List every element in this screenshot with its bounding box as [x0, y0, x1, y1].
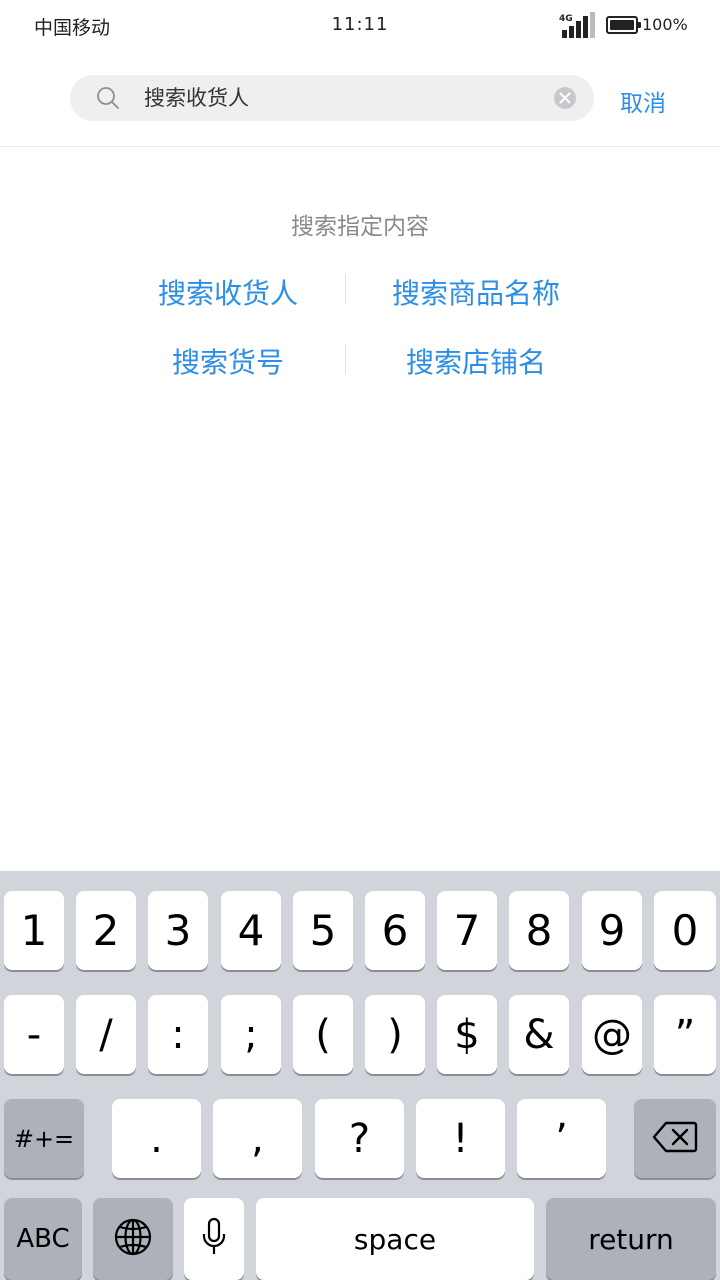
key-8[interactable]: 8 — [509, 891, 569, 970]
key-0[interactable]: 0 — [654, 891, 716, 970]
key-colon[interactable]: : — [148, 995, 208, 1074]
backspace-icon — [652, 1121, 698, 1157]
microphone-key[interactable] — [184, 1198, 244, 1280]
cancel-button[interactable]: 取消 — [620, 84, 666, 118]
search-option-item-number[interactable]: 搜索货号 — [113, 341, 343, 381]
search-options-title: 搜索指定内容 — [291, 214, 429, 240]
key-open-paren[interactable]: ( — [293, 995, 353, 1074]
key-semicolon[interactable]: ; — [221, 995, 281, 1074]
key-5[interactable]: 5 — [293, 891, 353, 970]
key-question[interactable]: ? — [315, 1099, 404, 1178]
status-bar: 中国移动 11:11 4G 100% — [0, 0, 720, 52]
clear-icon[interactable] — [554, 87, 576, 109]
symbols-toggle-key[interactable]: #+= — [4, 1099, 84, 1178]
key-period[interactable]: . — [112, 1099, 201, 1178]
globe-key[interactable] — [93, 1198, 173, 1280]
search-option-shop-name[interactable]: 搜索店铺名 — [361, 341, 591, 381]
battery-icon — [606, 16, 641, 34]
key-7[interactable]: 7 — [437, 891, 497, 970]
key-4[interactable]: 4 — [221, 891, 281, 970]
key-3[interactable]: 3 — [148, 891, 208, 970]
key-hyphen[interactable]: - — [4, 995, 64, 1074]
space-key[interactable]: space — [256, 1198, 534, 1280]
header-divider — [0, 146, 720, 147]
key-1[interactable]: 1 — [4, 891, 64, 970]
key-apostrophe[interactable]: ’ — [517, 1099, 606, 1178]
battery-percent: 100% — [642, 15, 688, 34]
key-2[interactable]: 2 — [76, 891, 136, 970]
option-divider — [345, 344, 346, 374]
search-input[interactable] — [144, 75, 544, 121]
key-exclamation[interactable]: ! — [416, 1099, 505, 1178]
key-slash[interactable]: / — [76, 995, 136, 1074]
keyboard: 1 2 3 4 5 6 7 8 9 0 - / : ; ( ) $ & @ ” … — [0, 871, 720, 1280]
return-key[interactable]: return — [546, 1198, 716, 1280]
key-quote[interactable]: ” — [654, 995, 716, 1074]
key-9[interactable]: 9 — [582, 891, 642, 970]
abc-key[interactable]: ABC — [4, 1198, 82, 1280]
microphone-icon — [201, 1217, 227, 1261]
key-dollar[interactable]: $ — [437, 995, 497, 1074]
key-6[interactable]: 6 — [365, 891, 425, 970]
key-comma[interactable]: , — [213, 1099, 302, 1178]
key-ampersand[interactable]: & — [509, 995, 569, 1074]
key-at[interactable]: @ — [582, 995, 642, 1074]
search-icon — [96, 86, 120, 110]
globe-icon — [113, 1217, 153, 1261]
backspace-key[interactable] — [634, 1099, 716, 1178]
key-close-paren[interactable]: ) — [365, 995, 425, 1074]
search-option-product-name[interactable]: 搜索商品名称 — [361, 272, 591, 312]
option-divider — [345, 274, 346, 304]
signal-icon — [562, 12, 596, 38]
search-option-receiver[interactable]: 搜索收货人 — [113, 272, 343, 312]
search-bar[interactable] — [70, 75, 594, 121]
